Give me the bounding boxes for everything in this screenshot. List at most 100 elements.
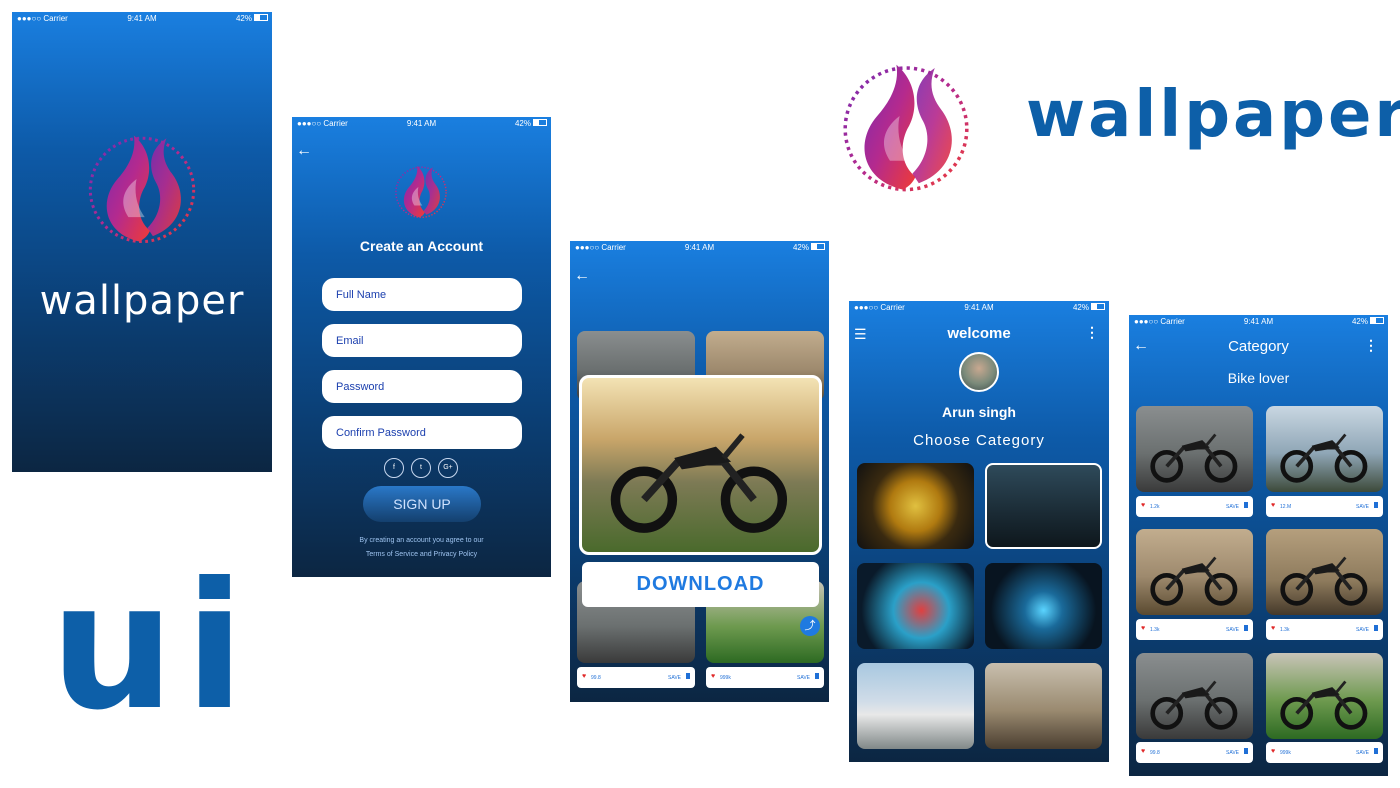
like-count: 99.8 — [1150, 750, 1160, 756]
bookmark-icon[interactable] — [1244, 502, 1248, 508]
tile-meta-bar: ♥ 1.3k SAVE — [1266, 619, 1383, 640]
save-label[interactable]: SAVE — [1356, 750, 1369, 756]
wallpaper-logo-large — [826, 30, 986, 202]
bookmark-icon[interactable] — [1374, 502, 1378, 508]
bookmark-icon[interactable] — [1244, 748, 1248, 754]
back-arrow-icon[interactable]: ← — [574, 268, 590, 284]
heart-icon[interactable]: ♥ — [1271, 502, 1275, 509]
wallpaper-thumb[interactable] — [1136, 406, 1253, 492]
full-name-field[interactable]: Full Name — [322, 278, 522, 311]
motorcycle-image — [606, 416, 796, 538]
save-label[interactable]: SAVE — [797, 675, 810, 681]
category-tile-nature[interactable] — [985, 563, 1102, 649]
more-options-icon[interactable]: ⋮ — [1364, 338, 1378, 352]
share-icon[interactable]: ⤴ — [800, 616, 820, 636]
battery-percent: 42% — [514, 119, 531, 128]
tile-meta-bar: ♥ 1.2k SAVE — [1136, 496, 1253, 517]
heart-icon[interactable]: ♥ — [1141, 625, 1145, 632]
category-subtitle: Bike lover — [1227, 370, 1290, 386]
facebook-icon[interactable]: f — [384, 458, 404, 478]
heart-icon[interactable]: ♥ — [582, 673, 586, 680]
wallpaper-logo — [388, 149, 454, 225]
category-tile-games[interactable] — [985, 663, 1102, 749]
twitter-icon[interactable]: t — [411, 458, 431, 478]
motorcycle-image — [1148, 672, 1242, 732]
wallpaper-thumb[interactable] — [1266, 529, 1383, 615]
wallpaper-thumb[interactable] — [1266, 406, 1383, 492]
status-bar: ●●●○○ Carrier 9:41 AM 42% — [292, 117, 551, 131]
password-field[interactable]: Password — [322, 370, 522, 403]
heart-icon[interactable]: ♥ — [1141, 502, 1145, 509]
category-title: Category — [1228, 338, 1289, 355]
save-label[interactable]: SAVE — [668, 675, 681, 681]
bookmark-icon[interactable] — [1374, 625, 1378, 631]
splash-brand-name: wallpaper — [39, 278, 245, 324]
preview-screen: ●●●○○ Carrier 9:41 AM 42% ← ♥ 99.8 SAVE … — [570, 241, 829, 702]
save-label[interactable]: SAVE — [1226, 504, 1239, 510]
bookmark-icon[interactable] — [1244, 625, 1248, 631]
battery-icon — [1091, 303, 1105, 310]
category-tile-abstract[interactable] — [857, 563, 974, 649]
wallpaper-thumb[interactable] — [1136, 653, 1253, 739]
clock: 9:41 AM — [406, 119, 437, 128]
tile-meta-bar: ♥ 999k SAVE — [1266, 742, 1383, 763]
battery-percent: 42% — [1351, 317, 1368, 326]
heart-icon[interactable]: ♥ — [711, 673, 715, 680]
bookmark-icon[interactable] — [1374, 748, 1378, 754]
tile-meta-bar: ♥ 99.8 SAVE — [577, 667, 695, 688]
save-label[interactable]: SAVE — [1356, 504, 1369, 510]
like-count: 999k — [1280, 750, 1291, 756]
like-count: 999k — [720, 675, 731, 681]
category-tile-bikes[interactable] — [985, 463, 1102, 549]
preview-image — [579, 375, 822, 555]
motorcycle-image — [1148, 425, 1242, 485]
like-count: 12.M — [1280, 504, 1292, 510]
save-label[interactable]: SAVE — [1226, 750, 1239, 756]
tile-meta-bar: ♥ 12.M SAVE — [1266, 496, 1383, 517]
battery-icon — [254, 14, 268, 21]
heart-icon[interactable]: ♥ — [1271, 748, 1275, 755]
back-arrow-icon[interactable]: ← — [296, 143, 312, 159]
battery-percent: 42% — [792, 243, 809, 252]
like-count: 99.8 — [591, 675, 601, 681]
clock: 9:41 AM — [1243, 317, 1274, 326]
bookmark-icon[interactable] — [686, 673, 690, 679]
tile-meta-bar: ♥ 99.8 SAVE — [1136, 742, 1253, 763]
heart-icon[interactable]: ♥ — [1141, 748, 1145, 755]
status-bar: ●●●○○ Carrier 9:41 AM 42% — [1129, 315, 1388, 329]
confirm-password-field[interactable]: Confirm Password — [322, 416, 522, 449]
save-label[interactable]: SAVE — [1356, 627, 1369, 633]
choose-category-label: Choose Category — [913, 432, 1045, 449]
category-screen: ●●●○○ Carrier 9:41 AM 42% ← Category ⋮ B… — [1129, 315, 1388, 776]
more-options-icon[interactable]: ⋮ — [1085, 325, 1099, 339]
status-bar: ●●●○○ Carrier 9:41 AM 42% — [570, 241, 829, 255]
motorcycle-image — [1148, 548, 1242, 608]
signup-title: Create an Account — [359, 238, 484, 254]
bookmark-icon[interactable] — [815, 673, 819, 679]
splash-screen: ●●●○○ Carrier 9:41 AM 42% wallpaper — [12, 12, 272, 472]
battery-percent: 42% — [235, 14, 252, 23]
download-button[interactable]: DOWNLOAD — [582, 562, 819, 607]
category-tile-cars[interactable] — [857, 663, 974, 749]
clock: 9:41 AM — [127, 14, 157, 23]
battery-icon — [1370, 317, 1384, 324]
user-name: Arun singh — [942, 404, 1016, 420]
battery-percent: 42% — [1072, 303, 1089, 312]
status-bar: ●●●○○ Carrier 9:41 AM 42% — [12, 12, 272, 26]
heart-icon[interactable]: ♥ — [1271, 625, 1275, 632]
avatar[interactable] — [959, 352, 999, 392]
like-count: 1.2k — [1150, 504, 1160, 510]
clock: 9:41 AM — [964, 303, 994, 312]
wallpaper-thumb[interactable] — [1266, 653, 1383, 739]
email-field[interactable]: Email — [322, 324, 522, 357]
tile-meta-bar: ♥ 999k SAVE — [706, 667, 824, 688]
wallpaper-thumb[interactable] — [1136, 529, 1253, 615]
battery-icon — [811, 243, 825, 250]
google-plus-icon[interactable]: G+ — [438, 458, 458, 478]
save-label[interactable]: SAVE — [1226, 627, 1239, 633]
category-tile-emoji[interactable] — [857, 463, 974, 549]
terms-link[interactable]: Terms of Service and Privacy Policy — [292, 551, 551, 558]
motorcycle-image — [1278, 548, 1372, 608]
sign-up-button[interactable]: SIGN UP — [363, 486, 481, 522]
wallpaper-logo — [74, 104, 210, 254]
